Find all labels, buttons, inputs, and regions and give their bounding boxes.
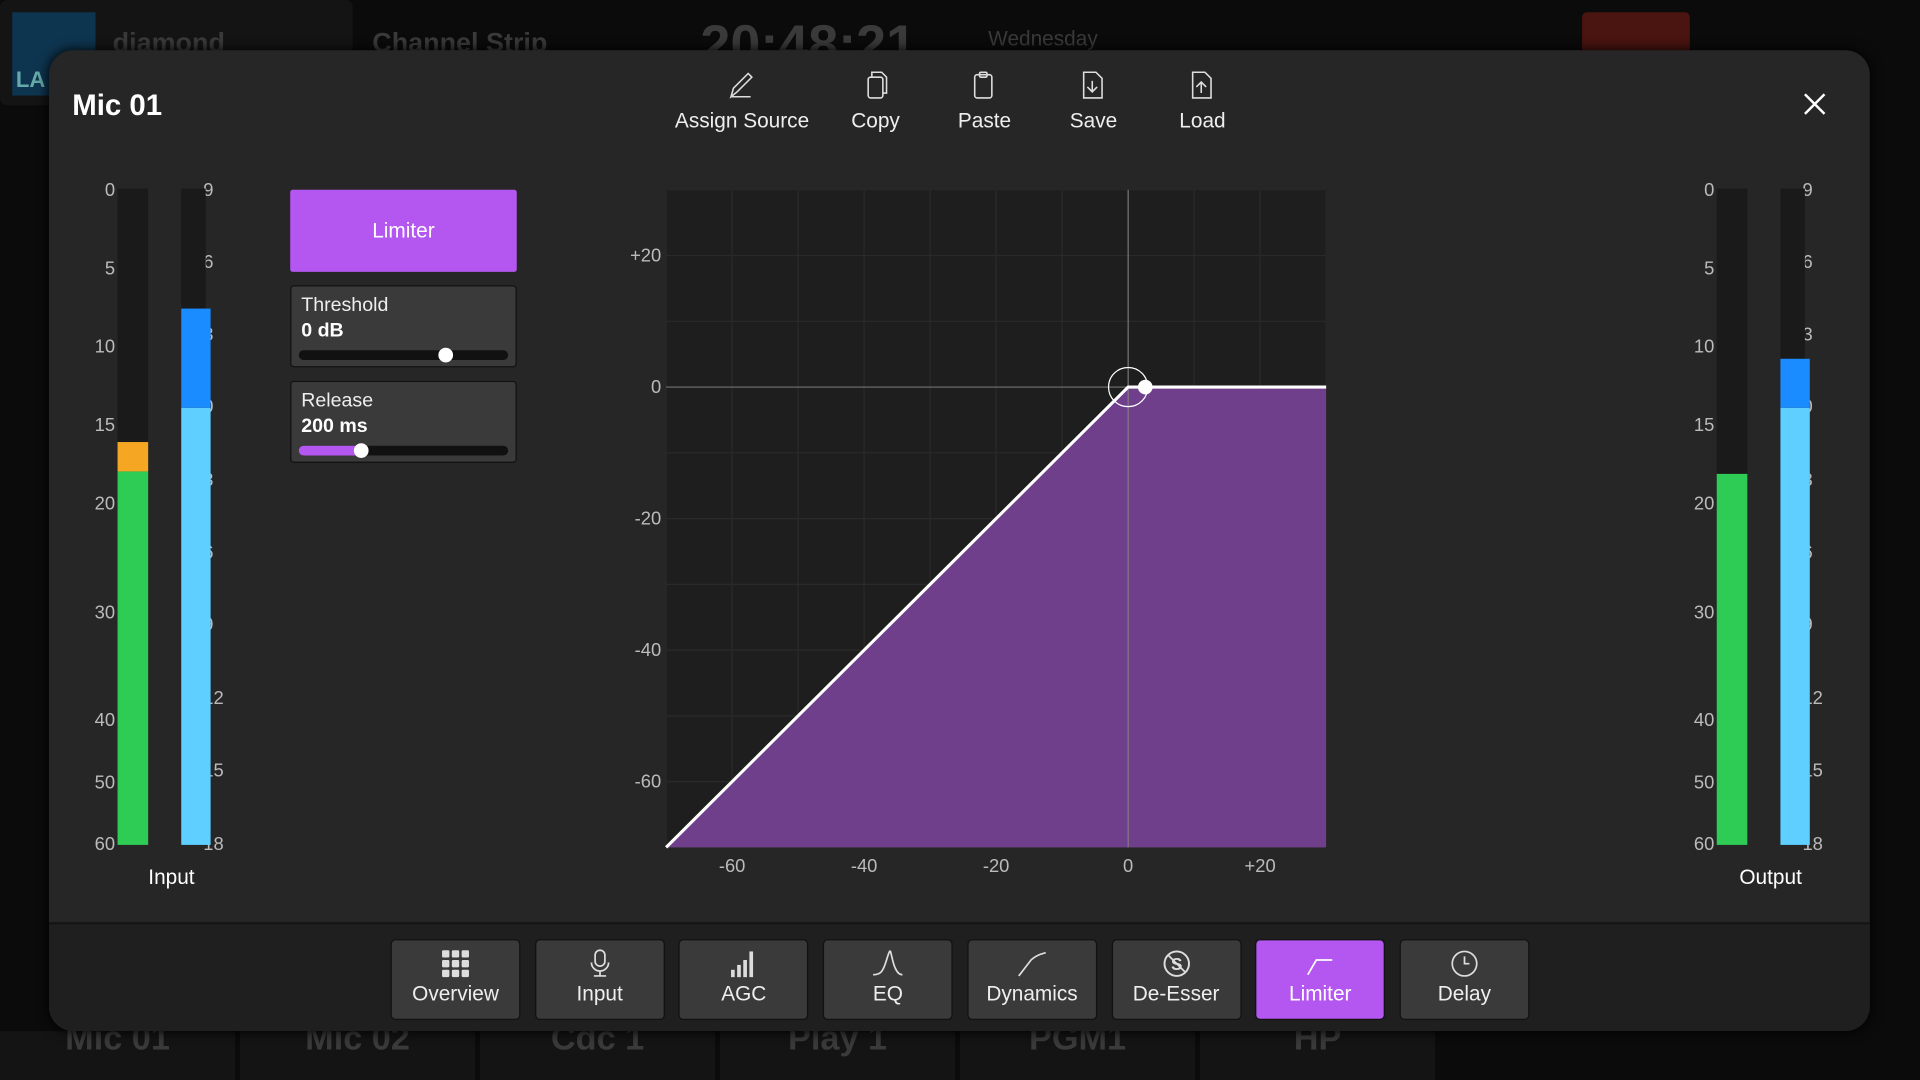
meter-scale-label: 15 [94,415,116,436]
tab-label: Limiter [1288,982,1352,1006]
meter-scale-label: 30 [94,602,116,624]
meter-scale-label: 60 [1693,833,1715,855]
meter-scale-label: 50 [1693,772,1715,794]
meter-label: Input [148,865,195,889]
meter-scale-label: 5 [1704,258,1715,280]
tab-limiter[interactable]: Limiter [1255,939,1386,1021]
tab-delay[interactable]: Delay [1399,939,1530,1021]
close-icon [1804,93,1826,115]
file-upload-icon [1191,71,1212,99]
level-meter-fill [1716,473,1748,845]
grid-icon [442,950,469,978]
tab-label: EQ [872,982,903,1006]
threshold-slider[interactable] [298,347,509,363]
release-slider-fill [298,445,362,456]
tab-de-esser[interactable]: S De-Esser [1111,939,1242,1021]
x-tick-label: 0 [1123,855,1133,876]
clock-icon [1451,950,1478,977]
threshold-value: 0 dB [301,320,344,342]
meter-scale-label: 0 [1704,180,1715,201]
tab-overview[interactable]: Overview [390,939,521,1021]
toolbar-label: Paste [957,108,1012,133]
dialog-title: Mic 01 [72,89,163,123]
pencil-icon [729,72,753,99]
meter-scale-label: 10 [1693,336,1715,358]
threshold-slider-handle[interactable] [437,347,453,363]
tab-agc[interactable]: AGC [678,939,809,1021]
tab-label: AGC [721,982,767,1006]
toolbar-assign-source-button[interactable]: Assign Source [644,70,840,134]
y-tick-label: 0 [651,376,661,397]
close-button[interactable] [1800,89,1829,125]
tab-input[interactable]: Input [534,939,665,1021]
tab-eq[interactable]: EQ [822,939,953,1021]
tab-label: Overview [412,982,499,1006]
meter-scale-label: 20 [94,493,116,515]
dynamics-curve-icon [1017,951,1046,977]
logo-text: LA [15,67,46,92]
release-label: Release [301,390,374,412]
clipboard-icon [973,71,993,99]
tab-label: De-Esser [1132,982,1220,1006]
tab-label: Delay [1437,982,1491,1006]
x-tick-label: -40 [851,855,878,876]
gain-meter-fill [1780,407,1810,845]
y-tick-label: +20 [630,245,661,266]
microphone-icon [590,949,610,977]
threshold-label: Threshold [301,295,389,316]
toolbar-label: Load [1179,108,1226,133]
file-download-icon [1082,71,1103,99]
de-esser-icon: S [1162,950,1190,977]
channel-strip-dialog: Mic 01 Assign Source Copy Paste Save Load 0 5… [48,50,1870,1032]
toolbar-label: Assign Source [674,108,810,133]
x-tick-label: +20 [1245,855,1276,876]
threshold-handle[interactable] [1137,379,1153,395]
limiter-curve-icon [1307,959,1333,976]
toolbar-load-button[interactable]: Load [1153,70,1251,134]
y-tick-label: -60 [635,771,662,792]
release-control: Release 200 ms [290,380,517,463]
level-meter-peak [117,442,149,472]
x-tick-label: -20 [983,855,1010,876]
level-meter-fill [117,471,149,845]
meter-scale-label: 5 [104,258,116,280]
release-slider-handle[interactable] [354,443,369,458]
day: Wednesday [988,26,1098,51]
y-tick-label: -40 [635,639,662,660]
meter-scale-label: 40 [1693,710,1715,732]
release-value: 200 ms [301,416,368,438]
meter-scale-label: 50 [94,772,116,794]
module-tab-bar: Overview Input AGC EQ Dynamics S De-Esser Limit… [48,922,1870,1032]
release-slider[interactable] [298,443,509,458]
meter-scale-label: 20 [1693,493,1715,515]
meter-label: Output [1739,865,1802,889]
meter-scale-label: 15 [1693,415,1715,436]
meter-scale-label: 0 [104,180,116,201]
x-tick-label: -60 [719,855,746,876]
meter-scale-label: 30 [1693,602,1715,624]
copy-icon [867,71,888,99]
tab-label: Dynamics [986,982,1078,1006]
limiter-transfer-chart[interactable]: -60 -40 -20 0 +20 +20 0 -20 -40 -60 [593,173,1328,908]
toolbar-label: Save [1069,108,1118,133]
threshold-control: Threshold 0 dB [290,285,517,368]
toolbar-label: Copy [851,108,900,133]
tab-dynamics[interactable]: Dynamics [967,939,1097,1021]
meter-scale-label: 10 [94,336,116,358]
toolbar-save-button[interactable]: Save [1044,70,1142,134]
tab-label: Input [576,982,623,1006]
gain-meter-fill [181,407,211,845]
meter-scale-label: 40 [94,710,116,732]
limiter-toggle-button[interactable]: Limiter [290,189,517,272]
toolbar-paste-button[interactable]: Paste [936,70,1034,134]
bars-icon [731,951,754,978]
eq-curve-icon [873,950,903,976]
toolbar-copy-button[interactable]: Copy [827,70,925,134]
gain-meter-peak [181,308,211,408]
y-tick-label: -20 [635,508,662,529]
gain-meter-peak [1780,358,1810,408]
meter-scale-label: 60 [94,833,116,855]
